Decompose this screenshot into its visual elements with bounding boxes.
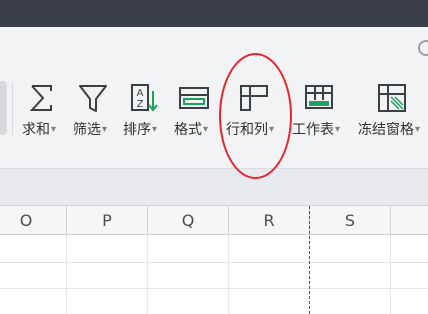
column-divider bbox=[66, 235, 67, 314]
highlight-circle-annotation bbox=[219, 53, 292, 179]
column-header-t[interactable] bbox=[391, 206, 428, 235]
column-divider bbox=[228, 235, 229, 314]
sort-label: 排序▾ bbox=[123, 122, 158, 138]
search-icon[interactable] bbox=[418, 40, 428, 56]
sort-az-icon: A Z bbox=[131, 84, 158, 112]
column-divider bbox=[390, 235, 391, 314]
column-header-q[interactable]: Q bbox=[148, 206, 229, 235]
ribbon-toolbar: 求和▾ 筛选▾ A Z 排序▾ 格式▾ 行和列▾ 工作表▾ 冻结窗格▾ bbox=[0, 69, 428, 169]
ribbon-scroll-handle[interactable] bbox=[0, 81, 7, 135]
column-header-p[interactable]: P bbox=[67, 206, 148, 235]
ribbon-separator bbox=[12, 83, 13, 135]
filter-label: 筛选▾ bbox=[73, 122, 108, 138]
funnel-filter-icon bbox=[79, 85, 107, 112]
freeze-panes-label: 冻结窗格▾ bbox=[358, 122, 421, 138]
tab-bar bbox=[0, 27, 428, 69]
format-button[interactable]: 格式▾ bbox=[174, 82, 216, 142]
sort-button[interactable]: A Z 排序▾ bbox=[123, 82, 165, 142]
column-header-s[interactable]: S bbox=[310, 206, 391, 235]
column-header-row: O P Q R S bbox=[0, 206, 428, 235]
sum-label: 求和▾ bbox=[22, 122, 57, 138]
filter-button[interactable]: 筛选▾ bbox=[73, 82, 115, 142]
app-titlebar bbox=[0, 0, 428, 27]
svg-text:Z: Z bbox=[137, 99, 144, 110]
format-label: 格式▾ bbox=[174, 122, 209, 138]
worksheet-button[interactable]: 工作表▾ bbox=[292, 82, 350, 142]
worksheet-label: 工作表▾ bbox=[292, 122, 341, 138]
svg-text:A: A bbox=[137, 88, 144, 99]
worksheet-icon bbox=[305, 85, 333, 109]
ribbon-bottom-border bbox=[0, 152, 428, 169]
page-break-line bbox=[309, 206, 310, 314]
column-header-o[interactable]: O bbox=[0, 206, 67, 235]
cell-grid[interactable] bbox=[0, 235, 428, 314]
column-divider bbox=[147, 235, 148, 314]
sigma-sum-icon bbox=[29, 85, 52, 111]
row-divider bbox=[0, 288, 428, 289]
formula-bar-area bbox=[0, 169, 428, 206]
format-table-icon bbox=[179, 87, 209, 109]
freeze-panes-button[interactable]: 冻结窗格▾ bbox=[358, 82, 428, 142]
sum-button[interactable]: 求和▾ bbox=[22, 82, 64, 142]
freeze-panes-icon bbox=[378, 84, 406, 112]
column-header-r[interactable]: R bbox=[229, 206, 310, 235]
row-divider bbox=[0, 262, 428, 263]
